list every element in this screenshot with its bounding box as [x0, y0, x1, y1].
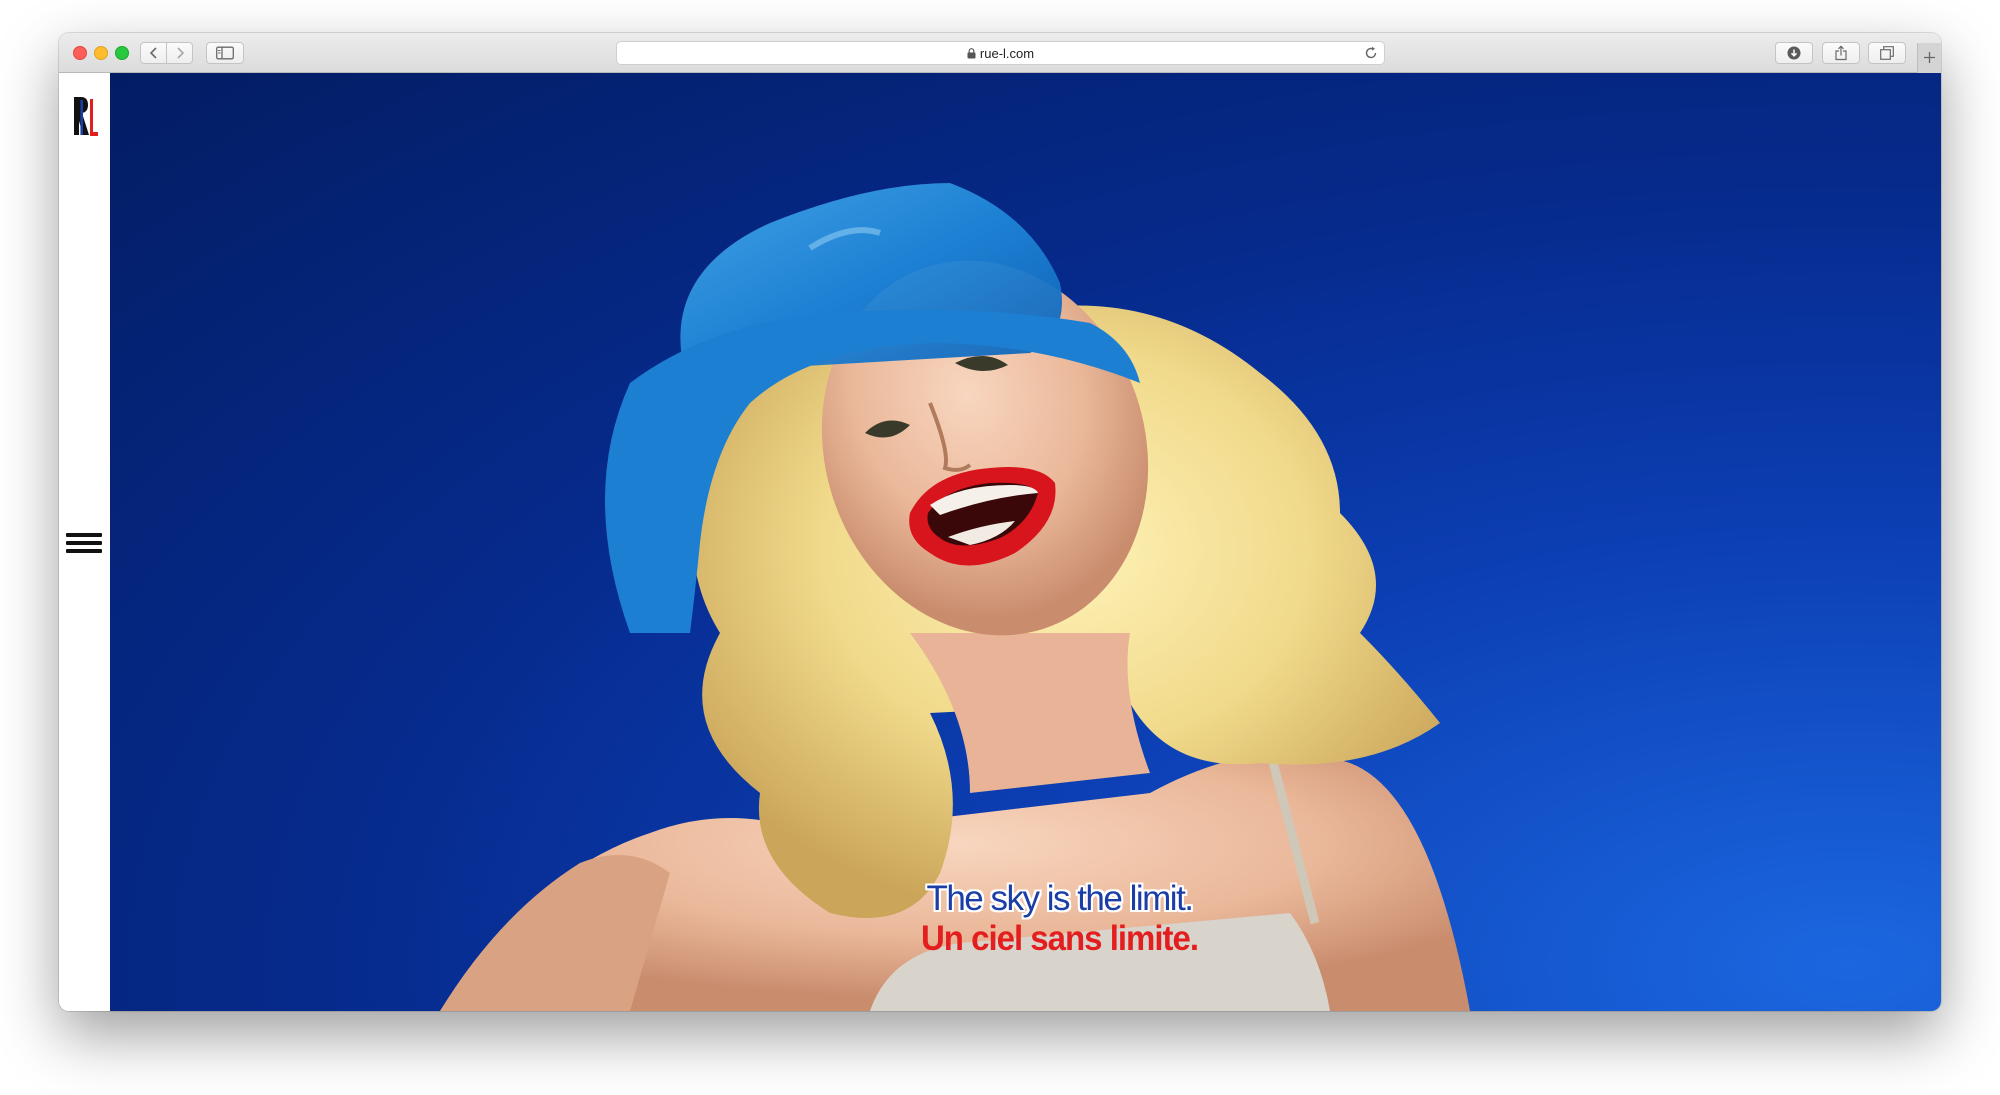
zoom-window-button[interactable] [115, 46, 129, 60]
site-sidebar [59, 73, 110, 1011]
share-icon [1835, 45, 1847, 61]
downloads-button[interactable] [1775, 42, 1813, 64]
close-window-button[interactable] [73, 46, 87, 60]
reload-icon[interactable] [1364, 46, 1378, 60]
url-text: rue-l.com [979, 46, 1035, 61]
lock-icon [967, 48, 976, 59]
forward-button[interactable] [166, 42, 193, 64]
show-tabs-button[interactable] [1868, 42, 1906, 64]
new-tab-button[interactable] [1917, 43, 1941, 73]
show-sidebar-button[interactable] [206, 42, 244, 64]
hero-photo [440, 183, 1470, 1011]
hero-image: The sky is the limit. Un ciel sans limit… [110, 73, 1941, 1011]
tagline-english: The sky is the limit. [926, 879, 1194, 918]
chevron-right-icon [176, 47, 184, 59]
tabs-icon [1880, 46, 1894, 60]
back-button[interactable] [140, 42, 167, 64]
address-url: rue-l.com [617, 46, 1384, 61]
browser-window: rue-l.com The sky is the limit. Un ciel … [59, 33, 1941, 1011]
site-logo[interactable] [72, 95, 98, 139]
tagline-french: Un ciel sans limite. [920, 917, 1199, 958]
chevron-left-icon [149, 47, 157, 59]
download-icon [1787, 46, 1801, 60]
sidebar-icon [216, 46, 234, 60]
minimize-window-button[interactable] [94, 46, 108, 60]
page-viewport: The sky is the limit. Un ciel sans limit… [59, 73, 1941, 1011]
plus-icon [1924, 52, 1935, 63]
browser-toolbar: rue-l.com [59, 33, 1941, 73]
address-bar[interactable]: rue-l.com [616, 41, 1385, 65]
hamburger-menu-icon[interactable] [66, 531, 102, 557]
share-button[interactable] [1822, 42, 1860, 64]
